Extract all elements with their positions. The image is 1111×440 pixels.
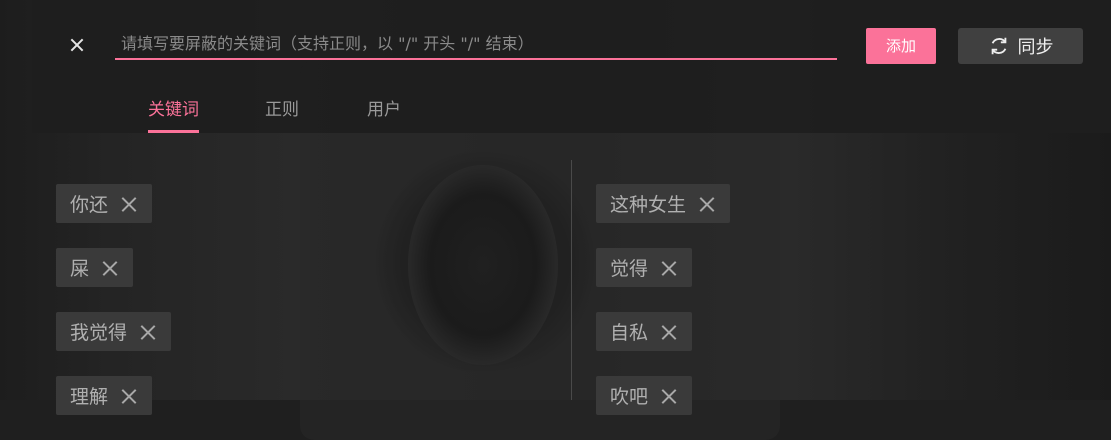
- sync-button[interactable]: 同步: [958, 28, 1083, 64]
- remove-keyword-icon[interactable]: [660, 387, 678, 405]
- tab-regex[interactable]: 正则: [265, 95, 299, 133]
- keyword-label: 这种女生: [610, 194, 687, 216]
- keyword-tag: 这种女生: [596, 184, 731, 223]
- keyword-label: 吹吧: [610, 386, 649, 408]
- remove-keyword-icon[interactable]: [139, 323, 157, 341]
- close-icon[interactable]: [64, 32, 90, 58]
- add-keyword-button[interactable]: 添加: [866, 28, 936, 64]
- sync-icon: [991, 37, 1006, 55]
- keyword-tag: 屎: [56, 248, 134, 287]
- remove-keyword-icon[interactable]: [660, 259, 678, 277]
- keyword-tag: 你还: [56, 184, 153, 223]
- keyword-tag: 理解: [56, 376, 153, 415]
- remove-keyword-icon[interactable]: [120, 387, 138, 405]
- backdrop-lens-shape: [408, 165, 558, 365]
- keyword-label: 觉得: [610, 258, 649, 280]
- remove-keyword-icon[interactable]: [660, 323, 678, 341]
- tab-users[interactable]: 用户: [367, 95, 401, 133]
- remove-keyword-icon[interactable]: [698, 195, 716, 213]
- column-divider: [571, 160, 572, 400]
- sync-label: 同步: [1017, 37, 1054, 58]
- keyword-tag: 觉得: [596, 248, 693, 287]
- keyword-label: 自私: [610, 322, 649, 344]
- keyword-label: 我觉得: [70, 322, 128, 344]
- tab-keywords[interactable]: 关键词: [148, 95, 199, 133]
- keyword-label: 理解: [70, 386, 109, 408]
- keyword-label: 你还: [70, 194, 109, 216]
- keyword-tag: 我觉得: [56, 312, 172, 351]
- keyword-label: 屎: [70, 258, 90, 280]
- keyword-tag: 自私: [596, 312, 693, 351]
- remove-keyword-icon[interactable]: [120, 195, 138, 213]
- filter-tabs: 关键词 正则 用户: [148, 95, 401, 133]
- keyword-input[interactable]: [115, 28, 837, 60]
- remove-keyword-icon[interactable]: [101, 259, 119, 277]
- keyword-tag: 吹吧: [596, 376, 693, 415]
